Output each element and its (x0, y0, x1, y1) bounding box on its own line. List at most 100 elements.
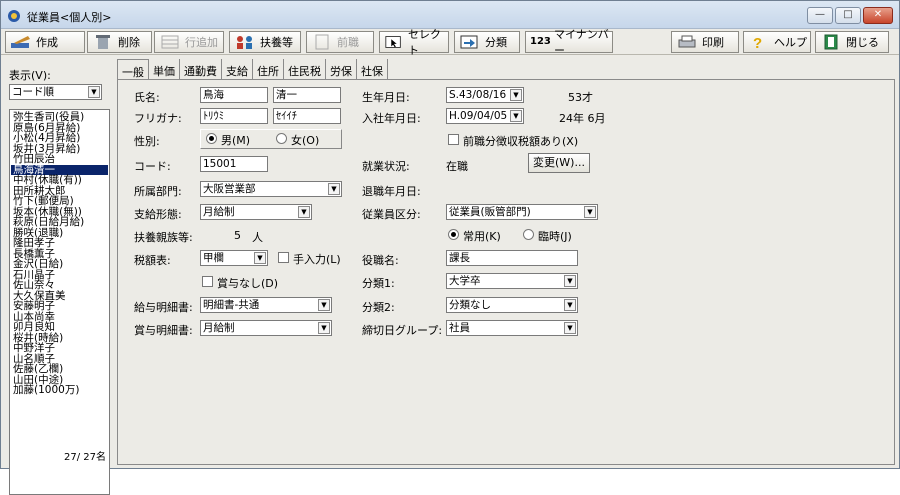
sort-value: コード順 (12, 86, 54, 98)
payslip-label: 給与明細書: (134, 301, 193, 314)
male-radio[interactable] (206, 133, 217, 144)
class1-select[interactable]: 大学卒 ▼ (446, 273, 578, 289)
employee-list-item[interactable]: 金沢(日給) (11, 259, 108, 270)
employee-list-item[interactable]: 卯月良知 (11, 322, 108, 333)
create-label: 作成 (36, 36, 58, 49)
employee-list-item[interactable]: 加藤(1000万) (11, 385, 108, 396)
document-icon (315, 34, 329, 50)
dependents-button[interactable]: 扶養等 (229, 31, 301, 53)
select-button[interactable]: セレクト (379, 28, 449, 57)
table-icon (161, 35, 179, 49)
birth-value: S.43/08/16 (449, 89, 507, 101)
birth-date-field[interactable]: S.43/08/16 ▼ (446, 87, 524, 103)
employee-list-item[interactable]: 中村(休職(有)) (11, 175, 108, 186)
female-label: 女(O) (291, 134, 320, 147)
male-label: 男(M) (221, 134, 251, 147)
close-button[interactable]: 閉じる (815, 31, 889, 53)
no-bonus-checkbox[interactable] (202, 276, 213, 287)
chevron-down-icon: ▼ (564, 299, 576, 311)
title-bar[interactable]: 従業員<個人別> — □ ✕ (1, 1, 899, 29)
regular-radio[interactable] (448, 229, 459, 240)
dept-select[interactable]: 大阪営業部 ▼ (200, 181, 342, 197)
last-kana-field[interactable]: ﾄﾘｳﾐ (200, 108, 268, 124)
code-label: コード: (134, 160, 171, 173)
first-kana-field[interactable]: ｾｲｲﾁ (273, 108, 341, 124)
code-field[interactable]: 15001 (200, 156, 268, 172)
close-window-button[interactable]: ✕ (863, 7, 893, 24)
tab-2[interactable]: 通勤費 (180, 59, 222, 79)
create-button[interactable]: 作成 (5, 31, 85, 53)
classify-button[interactable]: 分類 (454, 31, 520, 53)
dept-value: 大阪営業部 (203, 183, 256, 195)
add-row-button[interactable]: 行追加 (154, 31, 224, 53)
retire-label: 退職年月日: (362, 185, 421, 198)
tab-7[interactable]: 社保 (357, 59, 388, 79)
help-button[interactable]: ? ヘルプ (743, 31, 811, 53)
employee-list-item[interactable]: 小松(4月昇給) (11, 133, 108, 144)
tab-6[interactable]: 労保 (326, 59, 357, 79)
employee-list-item[interactable]: 隆田孝子 (11, 238, 108, 249)
manual-input-checkbox[interactable] (278, 252, 289, 263)
help-label: ヘルプ (774, 36, 807, 49)
bonus-slip-select[interactable]: 月給制 ▼ (200, 320, 332, 336)
employee-list-item[interactable]: 佐藤(乙欄) (11, 364, 108, 375)
maximize-button[interactable]: □ (835, 7, 861, 24)
prev-tax-checkbox[interactable] (448, 134, 459, 145)
name-label: 氏名: (134, 91, 160, 104)
tax-table-value: 甲欄 (203, 252, 224, 264)
delete-button[interactable]: 削除 (87, 31, 152, 53)
tab-3[interactable]: 支給 (222, 59, 253, 79)
sort-order-select[interactable]: コード順 ▼ (9, 84, 102, 100)
status-label: 就業状況: (362, 160, 410, 173)
select-label: セレクト (408, 28, 441, 57)
employee-sidebar: 表示(V): コード順 ▼ 弥生香司(役員) 原島(6月昇給) 小松(4月昇給) 坂井(… (7, 59, 110, 495)
gender-label: 性別: (134, 135, 160, 148)
last-name-field[interactable]: 鳥海 (200, 87, 268, 103)
print-button[interactable]: 印刷 (671, 31, 739, 53)
tab-0[interactable]: 一般 (117, 59, 149, 80)
trash-icon (96, 35, 110, 49)
tab-4[interactable]: 住所 (253, 59, 284, 79)
employee-list-item[interactable]: 竹田辰治 (11, 154, 108, 165)
employee-list-item[interactable]: 佐山奈々 (11, 280, 108, 291)
female-radio[interactable] (276, 133, 287, 144)
birth-label: 生年月日: (362, 91, 410, 104)
my-number-button[interactable]: 123 マイナンバー (525, 28, 613, 57)
emp-class-select[interactable]: 従業員(販管部門) ▼ (446, 204, 598, 220)
minimize-button[interactable]: — (807, 7, 833, 24)
employee-list-item[interactable]: 弥生香司(役員) (11, 112, 108, 123)
pay-form-select[interactable]: 月給制 ▼ (200, 204, 312, 220)
general-tab-panel: 氏名: 鳥海 清一 フリガナ: ﾄﾘｳﾐ ｾｲｲﾁ 性別: 男(M) 女(O) … (117, 79, 895, 465)
closing-group-value: 社員 (449, 322, 470, 334)
change-status-button[interactable]: 変更(W)... (528, 153, 590, 173)
chevron-down-icon: ▼ (328, 183, 340, 195)
class2-select[interactable]: 分類なし ▼ (446, 297, 578, 313)
employee-list-item[interactable]: 中野洋子 (11, 343, 108, 354)
job-title-field[interactable]: 課長 (446, 250, 578, 266)
payslip-select[interactable]: 明細書-共通 ▼ (200, 297, 332, 313)
class2-value: 分類なし (449, 299, 491, 311)
help-icon: ? (753, 35, 762, 50)
hire-value: H.09/04/05 (449, 110, 508, 122)
exit-door-icon (824, 34, 838, 50)
hire-date-field[interactable]: H.09/04/05 ▼ (446, 108, 524, 124)
age-value: 53才 (568, 91, 593, 104)
payslip-value: 明細書-共通 (203, 299, 260, 311)
classify-icon (460, 35, 478, 49)
dependents-unit: 人 (252, 231, 263, 244)
class1-value: 大学卒 (449, 275, 481, 287)
employee-list-item[interactable]: 萩原(日給月給) (11, 217, 108, 228)
temporary-label: 臨時(J) (538, 230, 572, 243)
closing-group-select[interactable]: 社員 ▼ (446, 320, 578, 336)
tab-5[interactable]: 住民税 (284, 59, 326, 79)
tab-1[interactable]: 単価 (149, 59, 180, 79)
dependents-label: 扶養親族等: (134, 231, 193, 244)
first-name-field[interactable]: 清一 (273, 87, 341, 103)
previous-job-label: 前職 (337, 36, 359, 49)
employee-list-item[interactable]: 竹下(郵便局) (11, 196, 108, 207)
temporary-radio[interactable] (523, 229, 534, 240)
previous-job-button[interactable]: 前職 (306, 31, 374, 53)
employee-list[interactable]: 弥生香司(役員) 原島(6月昇給) 小松(4月昇給) 坂井(3月昇給) 竹田辰治 鳥海清一… (9, 109, 110, 495)
employee-list-item[interactable]: 安藤明子 (11, 301, 108, 312)
tax-table-select[interactable]: 甲欄 ▼ (200, 250, 268, 266)
